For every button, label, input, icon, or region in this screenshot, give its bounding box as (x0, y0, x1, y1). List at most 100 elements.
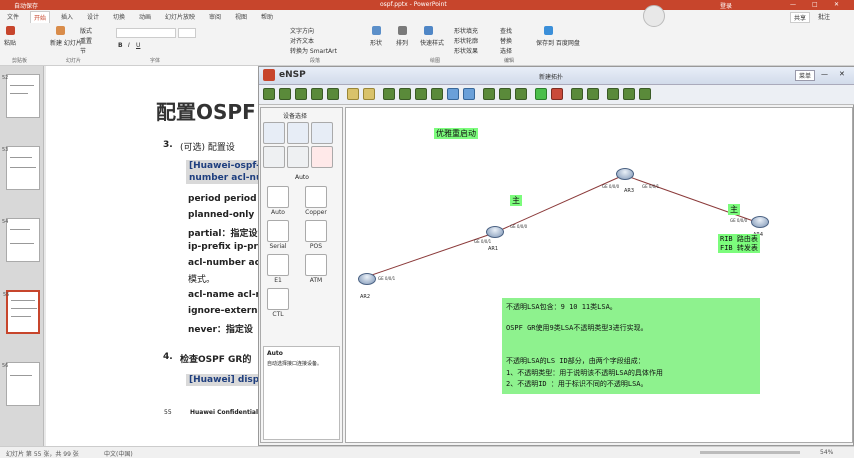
save-icon[interactable] (295, 88, 307, 100)
underline-icon[interactable]: U (136, 42, 140, 49)
ensp-minimize-icon[interactable]: — (821, 70, 828, 78)
stop-device-icon[interactable] (551, 88, 563, 100)
italic-icon[interactable]: I (128, 42, 130, 49)
tab-transitions[interactable]: 切换 (110, 11, 128, 22)
autosave-label[interactable]: 自动保存 (14, 1, 38, 10)
thumbnail-slide[interactable]: 54 (2, 218, 40, 262)
text-direction-button[interactable]: 文字方向 (290, 26, 314, 35)
arrange-button[interactable]: 排列 (396, 38, 408, 47)
select-button[interactable]: 选择 (500, 46, 512, 55)
layout-button[interactable]: 版式 (80, 26, 92, 35)
find-button[interactable]: 查找 (500, 26, 512, 35)
paste-icon[interactable] (6, 26, 15, 35)
tab-view[interactable]: 视图 (232, 11, 250, 22)
router-icon[interactable] (616, 168, 634, 180)
e1-cable-icon[interactable] (267, 254, 289, 276)
start-device-icon[interactable] (535, 88, 547, 100)
quick-styles-button[interactable]: 快速样式 (420, 38, 444, 47)
cable-category-icon[interactable] (311, 146, 333, 168)
graceful-restart-label[interactable]: 优雅重启动 (434, 128, 478, 139)
drag-tool-icon[interactable] (399, 88, 411, 100)
reset-button[interactable]: 重置 (80, 36, 92, 45)
auto-cable-icon[interactable] (267, 186, 289, 208)
link-ar3-ar4[interactable] (623, 174, 760, 224)
select-tool-icon[interactable] (383, 88, 395, 100)
tab-file[interactable]: 文件 (4, 11, 22, 22)
arrange-icon[interactable] (398, 26, 407, 35)
cloud-icon[interactable] (544, 26, 553, 35)
save-cloud-button[interactable]: 保存到 百度网盘 (536, 38, 580, 47)
tab-review[interactable]: 审阅 (206, 11, 224, 22)
align-text-button[interactable]: 对齐文本 (290, 36, 314, 45)
settings-icon[interactable] (623, 88, 635, 100)
replace-button[interactable]: 替换 (500, 36, 512, 45)
serial-cable-icon[interactable] (267, 220, 289, 242)
cloud-category-icon[interactable] (287, 146, 309, 168)
share-button[interactable]: 共享 (790, 12, 811, 23)
open-icon[interactable] (279, 88, 291, 100)
topology-icon[interactable] (607, 88, 619, 100)
tab-insert[interactable]: 插入 (58, 11, 76, 22)
new-slide-button[interactable]: 新建 幻灯片 (50, 38, 82, 47)
shapes-icon[interactable] (372, 26, 381, 35)
palette-icon[interactable] (463, 88, 475, 100)
capture-icon[interactable] (571, 88, 583, 100)
close-icon[interactable]: ✕ (834, 1, 839, 8)
new-slide-icon[interactable] (56, 26, 65, 35)
font-name-select[interactable] (116, 28, 176, 38)
new-topology-icon[interactable] (263, 88, 275, 100)
router-icon[interactable] (751, 216, 769, 228)
tab-slideshow[interactable]: 幻灯片放映 (162, 11, 198, 22)
shapes-button[interactable]: 形状 (370, 38, 382, 47)
pos-cable-icon[interactable] (305, 220, 327, 242)
shape-outline-button[interactable]: 形状轮廓 (454, 36, 478, 45)
tab-home[interactable]: 开始 (30, 11, 51, 23)
tab-animations[interactable]: 动画 (136, 11, 154, 22)
slide-canvas[interactable]: 配置OSPF G 3. (可选) 配置设 [Huawei-ospf-1 numb… (46, 66, 279, 446)
delete-links-icon[interactable] (431, 88, 443, 100)
router-category-icon[interactable] (263, 122, 285, 144)
switch-category-icon[interactable] (287, 122, 309, 144)
redo-icon[interactable] (363, 88, 375, 100)
print-icon[interactable] (327, 88, 339, 100)
signin-link[interactable]: 登录 (720, 1, 732, 10)
router-icon[interactable] (358, 273, 376, 285)
topology-canvas[interactable]: AR2 AR1 AR3 AR4 GE 0/0/1 GE 0/0/1 GE 0/0… (345, 107, 853, 443)
ctl-cable-icon[interactable] (267, 288, 289, 310)
ensp-window[interactable]: eNSP 新建拓扑 菜单 — ✕ 设备选择 Auto Auto Copper S… (258, 66, 854, 446)
zoom-level[interactable]: 54% (820, 449, 833, 456)
master-label[interactable]: 主 (728, 204, 740, 215)
cli-icon[interactable] (587, 88, 599, 100)
shape-fill-button[interactable]: 形状填充 (454, 26, 478, 35)
maximize-icon[interactable]: □ (812, 1, 818, 8)
tab-help[interactable]: 帮助 (258, 11, 276, 22)
thumbnail-slide[interactable]: 56 (2, 362, 40, 406)
section-button[interactable]: 节 (80, 46, 86, 55)
smartart-button[interactable]: 转换为 SmartArt (290, 46, 337, 55)
language-indicator[interactable]: 中文(中国) (104, 449, 133, 458)
zoom-in-icon[interactable] (483, 88, 495, 100)
pc-category-icon[interactable] (263, 146, 285, 168)
undo-icon[interactable] (347, 88, 359, 100)
text-tool-icon[interactable] (447, 88, 459, 100)
paste-button[interactable]: 粘贴 (4, 38, 16, 47)
tab-design[interactable]: 设计 (84, 11, 102, 22)
comments-button[interactable]: 批注 (818, 12, 830, 21)
quick-styles-icon[interactable] (424, 26, 433, 35)
bold-icon[interactable]: B (118, 42, 123, 49)
help-icon[interactable] (639, 88, 651, 100)
zoom-out-icon[interactable] (499, 88, 511, 100)
thumbnail-slide-active[interactable]: 55 (3, 290, 40, 334)
delete-icon[interactable] (415, 88, 427, 100)
thumbnail-slide[interactable]: 53 (2, 146, 40, 190)
avatar[interactable] (643, 5, 665, 27)
thumbnail-slide[interactable]: 52 (2, 74, 40, 118)
note-box[interactable]: 不透明LSA包含：9 10 11类LSA。 OSPF GR使用9类LSA不透明类… (502, 298, 760, 394)
wlan-category-icon[interactable] (311, 122, 333, 144)
fit-view-icon[interactable] (515, 88, 527, 100)
copper-cable-icon[interactable] (305, 186, 327, 208)
atm-cable-icon[interactable] (305, 254, 327, 276)
shape-effects-button[interactable]: 形状效果 (454, 46, 478, 55)
ensp-menu-button[interactable]: 菜单 (795, 70, 816, 81)
save-as-icon[interactable] (311, 88, 323, 100)
